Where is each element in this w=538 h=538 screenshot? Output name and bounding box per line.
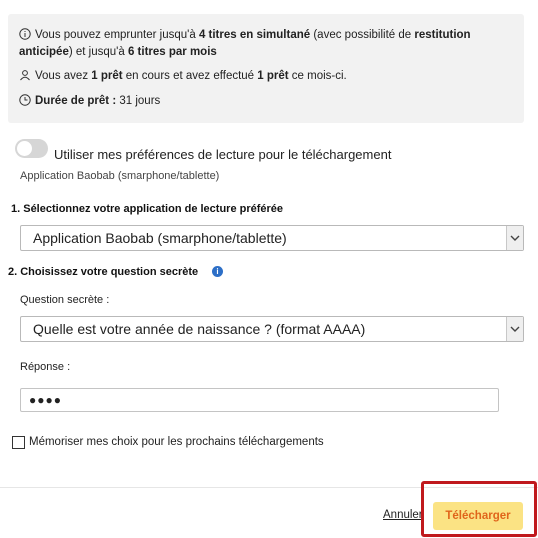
current-loans-text-c: ce mois-ci.	[288, 70, 347, 82]
current-loans-line: Vous avez 1 prêt en cours et avez effect…	[19, 68, 347, 84]
loan-duration-label: Durée de prêt :	[35, 95, 117, 107]
preferred-app-hint: Application Baobab (smarphone/tablette)	[20, 170, 220, 182]
answer-input[interactable]: ●●●●	[20, 388, 499, 412]
remember-choices-checkbox[interactable]	[12, 436, 25, 449]
loan-duration-value: 31 jours	[116, 95, 161, 107]
answer-label: Réponse :	[20, 361, 71, 373]
loan-limit-anticipee: anticipée	[19, 46, 69, 58]
loan-limit-monthly: 6 titres par mois	[127, 46, 217, 58]
loan-limit-text-c: ) et jusqu'à	[68, 46, 128, 58]
toggle-knob	[17, 141, 32, 156]
user-icon	[19, 69, 31, 81]
loan-limit-restitution: restitution	[414, 29, 471, 41]
reading-app-selected: Application Baobab (smarphone/tablette)	[33, 230, 287, 246]
loan-duration-line: Durée de prêt : 31 jours	[19, 93, 160, 109]
loan-limit-simultaneous: 4 titres en simultané	[198, 29, 311, 41]
secret-question-select[interactable]: Quelle est votre année de naissance ? (f…	[20, 316, 524, 342]
chevron-down-icon[interactable]	[506, 317, 523, 341]
loan-info-panel: Vous pouvez emprunter jusqu'à 4 titres e…	[8, 14, 524, 123]
loan-limit-line: Vous pouvez emprunter jusqu'à 4 titres e…	[19, 27, 471, 43]
info-circle-icon	[19, 28, 31, 40]
current-loans-text-b: en cours et avez effectué	[122, 70, 258, 82]
clock-icon	[19, 94, 31, 106]
remember-choices-label: Mémoriser mes choix pour les prochains t…	[29, 436, 324, 448]
loan-limit-line-2: anticipée) et jusqu'à 6 titres par mois	[19, 44, 217, 60]
secret-question-label: Question secrète :	[20, 294, 110, 306]
cancel-link[interactable]: Annuler	[383, 509, 423, 521]
step1-title: 1. Sélectionnez votre application de lec…	[11, 203, 284, 215]
loan-limit-text-b: (avec possibilité de	[310, 29, 415, 41]
chevron-down-icon[interactable]	[506, 226, 523, 250]
monthly-loans-count: 1 prêt	[257, 70, 289, 82]
download-button[interactable]: Télécharger	[433, 502, 523, 530]
reading-app-select[interactable]: Application Baobab (smarphone/tablette)	[20, 225, 524, 251]
current-loans-count: 1 prêt	[91, 70, 123, 82]
loan-limit-text-a: Vous pouvez emprunter jusqu'à	[35, 29, 199, 41]
info-icon[interactable]: i	[212, 266, 223, 277]
answer-masked-value: ●●●●	[29, 393, 62, 407]
step2-title: 2. Choisissez votre question secrète	[8, 266, 199, 278]
secret-question-selected: Quelle est votre année de naissance ? (f…	[33, 321, 366, 337]
current-loans-text-a: Vous avez	[35, 70, 92, 82]
reading-preferences-label: Utiliser mes préférences de lecture pour…	[54, 147, 392, 162]
reading-preferences-toggle[interactable]	[15, 139, 48, 158]
